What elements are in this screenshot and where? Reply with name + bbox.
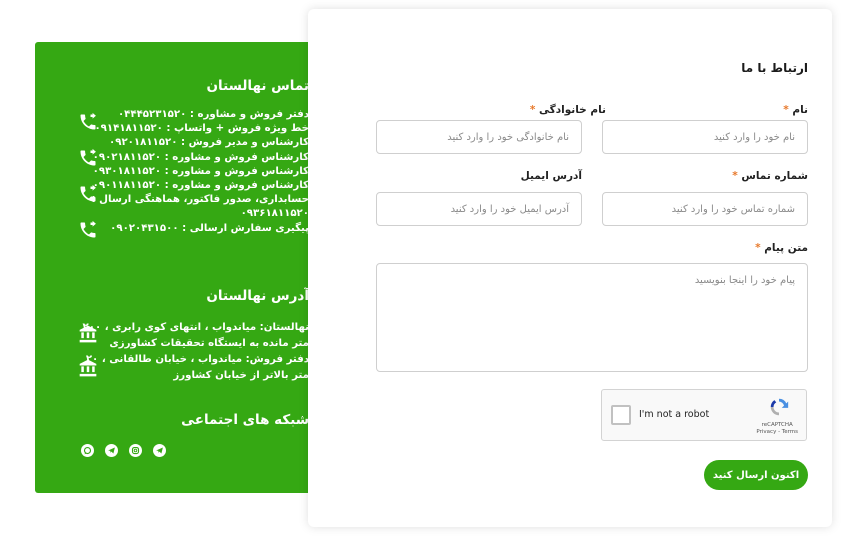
required-mark: *: [755, 242, 761, 254]
address-lines: نهالستان: میاندواب ، انتهای کوی رابری ، …: [74, 320, 309, 384]
phone-label-text: شماره تماس: [741, 170, 808, 182]
instagram-icon[interactable]: [129, 444, 142, 457]
email-label: آدرس ایمیل: [520, 170, 582, 182]
address-heading: آدرس نهالستان: [206, 288, 309, 304]
contacts-heading: تماس نهالستان: [206, 78, 309, 94]
last-name-label: نام خانوادگی *: [530, 104, 606, 116]
contact-line: کارشناس فروش و مشاوره : ۰۹۳۰۱۸۱۱۵۲۰: [92, 165, 309, 177]
first-name-field[interactable]: نام خود را وارد کنید: [602, 120, 808, 154]
contact-lines: دفتر فروش و مشاوره : ۰۴۴۴۵۲۳۱۵۲۰ خط ویژه…: [74, 108, 309, 236]
contact-line: پیگیری سفارش ارسالی : ۰۹۰۲۰۴۳۱۵۰۰: [110, 222, 309, 234]
phone-label: شماره تماس *: [732, 170, 808, 182]
address-line: نهالستان: میاندواب ، انتهای کوی رابری ، …: [82, 322, 309, 349]
social-heading: شبکه های اجتماعی: [181, 412, 309, 428]
phone-forward-icon: [80, 184, 96, 202]
contact-line: حسابداری، صدور فاکتور، هماهنگی ارسال : ۰…: [91, 194, 309, 220]
last-name-field[interactable]: نام خانوادگی خود را وارد کنید: [376, 120, 582, 154]
form-title: ارتباط با ما: [741, 61, 808, 75]
phone-forward-icon: [80, 220, 96, 238]
submit-button[interactable]: اکنون ارسال کنید: [704, 460, 808, 490]
contact-line: خط ویژه فروش + واتساپ : ۰۹۱۴۱۸۱۱۵۲۰: [94, 123, 309, 135]
first-name-label-text: نام: [792, 104, 808, 116]
contact-info-panel: تماس نهالستان دفتر فروش و مشاوره : ۰۴۴۴۵…: [35, 42, 349, 493]
last-name-label-text: نام خانوادگی: [539, 104, 606, 116]
required-mark: *: [529, 104, 536, 116]
phone-forward-icon: [80, 148, 96, 166]
contact-line: کارشناس و مدیر فروش : ۰۹۲۰۱۸۱۱۵۲۰: [109, 137, 309, 149]
recaptcha-brand-text: reCAPTCHA: [761, 422, 793, 428]
recaptcha-checkbox[interactable]: [611, 405, 631, 425]
whatsapp-icon[interactable]: [81, 444, 94, 457]
message-label-text: متن پیام: [764, 242, 808, 254]
recaptcha-widget: I'm not a robot reCAPTCHA Privacy - Term…: [601, 389, 807, 441]
telegram-icon[interactable]: [105, 444, 118, 457]
bank-building-icon: [79, 359, 97, 377]
message-textarea[interactable]: پیام خود را اینجا بنویسید: [376, 263, 808, 372]
required-mark: *: [783, 104, 789, 116]
email-field[interactable]: آدرس ایمیل خود را وارد کنید: [376, 192, 582, 226]
message-label: متن پیام *: [755, 242, 808, 254]
contact-line: کارشناس فروش و مشاوره : ۰۹۰۲۱۸۱۱۵۲۰: [92, 151, 309, 163]
telegram-icon[interactable]: [153, 444, 166, 457]
required-mark: *: [732, 170, 738, 182]
contact-line: کارشناس فروش و مشاوره : ۰۹۰۱۱۸۱۱۵۲۰: [92, 180, 309, 192]
recaptcha-links[interactable]: Privacy - Terms: [756, 429, 798, 436]
address-line: دفتر فروش: میاندواب ، خیابان طالقانی ، ۲…: [85, 354, 309, 381]
recaptcha-brand: reCAPTCHA Privacy - Terms: [756, 422, 798, 436]
contact-line: دفتر فروش و مشاوره : ۰۴۴۴۵۲۳۱۵۲۰: [117, 109, 309, 120]
first-name-label: نام *: [783, 104, 808, 116]
contact-form-card: ارتباط با ما نام * نام خانوادگی * نام خو…: [308, 9, 832, 527]
social-links: [81, 444, 166, 457]
phone-forward-icon: [80, 112, 96, 130]
recaptcha-logo-icon: [770, 398, 789, 416]
recaptcha-label: I'm not a robot: [639, 409, 710, 420]
bank-building-icon: [79, 325, 97, 343]
phone-field[interactable]: شماره تماس خود را وارد کنید: [602, 192, 808, 226]
